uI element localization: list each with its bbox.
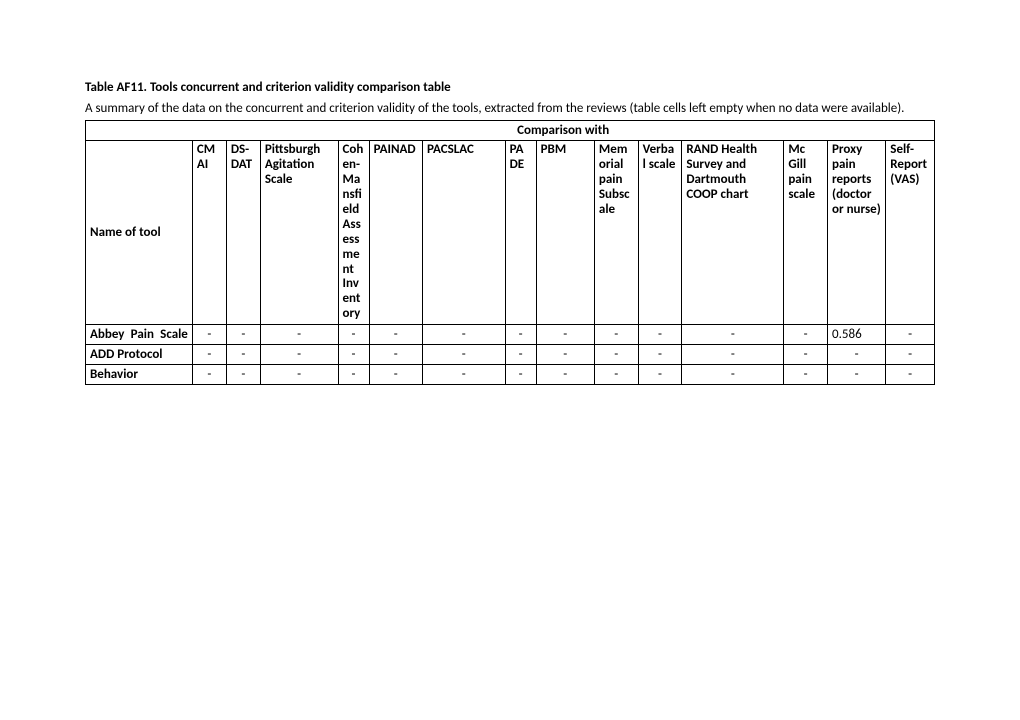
cell: - [192, 325, 226, 345]
cell: - [423, 365, 506, 385]
cell: - [505, 325, 536, 345]
cell: - [423, 345, 506, 365]
cell: - [638, 365, 682, 385]
row-header-name-of-tool: Name of tool [86, 141, 193, 325]
cell: - [260, 325, 338, 345]
cell: - [226, 365, 260, 385]
cell: 0.586 [828, 325, 886, 345]
cell: - [594, 325, 638, 345]
col-header-pade: PADE [505, 141, 536, 325]
col-header-mcgill: Mc Gill pain scale [784, 141, 828, 325]
cell: - [784, 325, 828, 345]
cell: - [338, 345, 369, 365]
col-header-dsdat: DS-DAT [226, 141, 260, 325]
col-header-painad: PAINAD [369, 141, 422, 325]
col-header-cohen: Cohen-Mansfield Assessment Inventory [338, 141, 369, 325]
table-row: Abbey Pain Scale - - - - - - - - - - - -… [86, 325, 935, 345]
cell: - [226, 325, 260, 345]
row-label: Behavior [86, 365, 193, 385]
cell: - [536, 365, 594, 385]
table-summary: A summary of the data on the concurrent … [85, 101, 935, 116]
cell: - [260, 345, 338, 365]
cell: - [536, 345, 594, 365]
cell: - [594, 345, 638, 365]
cell: - [828, 345, 886, 365]
cell: - [682, 345, 784, 365]
table-row: Behavior - - - - - - - - - - - - - - [86, 365, 935, 385]
cell: - [638, 345, 682, 365]
col-header-memorial: Memorial pain Subscale [594, 141, 638, 325]
cell: - [682, 325, 784, 345]
table-title: Table AF11. Tools concurrent and criteri… [85, 80, 935, 95]
cell: - [260, 365, 338, 385]
cell: - [192, 345, 226, 365]
cell: - [369, 365, 422, 385]
col-header-cmai: CMAI [192, 141, 226, 325]
col-header-proxy: Proxy pain reports (doctor or nurse) [828, 141, 886, 325]
cell: - [369, 345, 422, 365]
cell: - [505, 365, 536, 385]
col-header-pbm: PBM [536, 141, 594, 325]
cell: - [886, 345, 935, 365]
cell: - [505, 345, 536, 365]
cell: - [784, 365, 828, 385]
cell: - [828, 365, 886, 385]
cell: - [886, 325, 935, 345]
cell: - [886, 365, 935, 385]
cell: - [536, 325, 594, 345]
comparison-with-header: Comparison with [192, 121, 934, 141]
cell: - [338, 365, 369, 385]
cell: - [682, 365, 784, 385]
cell: - [784, 345, 828, 365]
table-row: ADD Protocol - - - - - - - - - - - - - - [86, 345, 935, 365]
cell: - [369, 325, 422, 345]
empty-cell [86, 121, 193, 141]
table-row: Comparison with [86, 121, 935, 141]
cell: - [338, 325, 369, 345]
col-header-verbal: Verbal scale [638, 141, 682, 325]
cell: - [192, 365, 226, 385]
cell: - [226, 345, 260, 365]
col-header-rand: RAND Health Survey and Dartmouth COOP ch… [682, 141, 784, 325]
col-header-self: Self-Report (VAS) [886, 141, 935, 325]
comparison-table: Comparison with Name of tool CMAI DS-DAT… [85, 120, 935, 385]
col-header-pacslac: PACSLAC [423, 141, 506, 325]
row-label: ADD Protocol [86, 345, 193, 365]
row-label: Abbey Pain Scale [86, 325, 193, 345]
cell: - [423, 325, 506, 345]
table-row: Name of tool CMAI DS-DAT Pittsburgh Agit… [86, 141, 935, 325]
cell: - [638, 325, 682, 345]
col-header-pittsburgh: Pittsburgh Agitation Scale [260, 141, 338, 325]
cell: - [594, 365, 638, 385]
